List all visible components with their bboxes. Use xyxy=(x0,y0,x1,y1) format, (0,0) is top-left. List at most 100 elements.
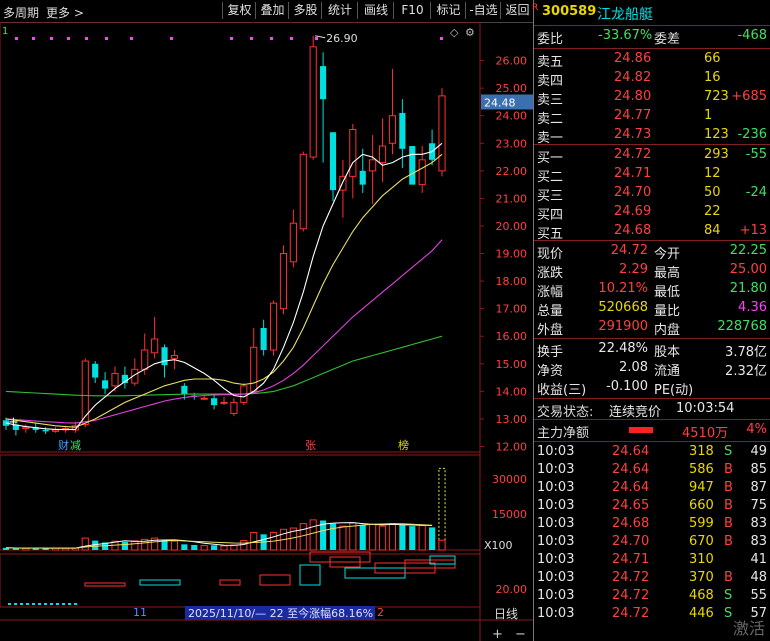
price-axis-label: 18.00 xyxy=(496,275,528,288)
period-selector[interactable]: 多周期 xyxy=(3,4,39,21)
volume-bar-up xyxy=(220,545,228,551)
price-axis-label: 15.00 xyxy=(496,358,528,371)
volume-bar-down xyxy=(211,545,218,550)
volume-bar-up xyxy=(81,537,89,551)
indicator-dot xyxy=(20,603,23,605)
tick-time: 10:03 xyxy=(537,534,575,549)
current-price-tag: 24.48 xyxy=(484,96,516,109)
candle-body-down xyxy=(42,429,49,432)
candle-body-down xyxy=(399,112,406,149)
bid-change: +13 xyxy=(739,223,767,238)
indicator-dot xyxy=(32,603,35,605)
signal-dot xyxy=(270,37,273,40)
quote-value: 最低 xyxy=(654,285,681,300)
candle-body-up xyxy=(141,349,149,370)
volume-bar-down xyxy=(329,523,337,550)
candle-body-up xyxy=(151,338,159,354)
bid-price: 24.70 xyxy=(614,185,652,200)
toolbar-button[interactable]: F10 xyxy=(393,2,431,19)
volume-bar-down xyxy=(191,544,198,550)
event-label: 榜 xyxy=(398,438,409,452)
bid-volume: 22 xyxy=(704,204,721,219)
indicator-box xyxy=(219,579,241,586)
ask-price: 24.73 xyxy=(614,127,652,142)
stat-row: 涨跌 2.29 最高 25.00 xyxy=(534,262,770,281)
ask-volume: 723 xyxy=(704,89,729,104)
footer-range: 2025/11/10/— 22 至今涨幅68.16% xyxy=(188,606,373,620)
bid-price: 24.68 xyxy=(614,223,652,238)
price-axis-label: 19.00 xyxy=(496,248,528,261)
toolbar-button[interactable]: 返回 xyxy=(500,2,534,19)
more-menu[interactable]: 更多 > xyxy=(46,4,84,21)
volume-bar-up xyxy=(339,525,347,551)
indicator-box xyxy=(84,582,126,587)
toolbar-button[interactable]: 统计 xyxy=(321,2,358,19)
stock-name: 江龙船艇 xyxy=(597,7,653,23)
tick-count: 83 xyxy=(750,534,767,549)
quote-value: 25.00 xyxy=(729,262,767,277)
quote-value: PE(动) xyxy=(654,383,694,398)
bid-level: 买一 24.72 293 -55 xyxy=(534,147,770,166)
tick-count: 41 xyxy=(750,552,767,567)
fundamental-row: 净资 2.08 流通 2.32亿 xyxy=(534,360,770,379)
price-panel-frame xyxy=(0,22,481,453)
tick-volume: 468 xyxy=(689,588,714,603)
quote-panel: R 300589 江龙船艇 委比 -33.67% 委差 -468 卖五 24.86… xyxy=(532,0,770,641)
ask-label: 卖四 xyxy=(537,74,564,89)
tick-volume: 446 xyxy=(689,606,714,621)
quote-value: 291900 xyxy=(598,319,648,334)
tick-volume: 670 xyxy=(689,534,714,549)
toolbar-button[interactable]: 画线 xyxy=(357,2,394,19)
kline-chart[interactable]: 26.00 25.00 24.00 23.00 22.00 21.00 20.00 19.00… xyxy=(0,22,533,641)
price-axis-label: 25.00 xyxy=(496,82,528,95)
bid-label: 买三 xyxy=(537,189,564,204)
ma-line-yellow xyxy=(5,153,443,428)
candle-body-down xyxy=(320,66,327,100)
toolbar-button[interactable]: 多股 xyxy=(288,2,322,19)
price-axis-label: 23.00 xyxy=(496,137,528,150)
volume-bar-down xyxy=(359,524,366,550)
candle-body-down xyxy=(409,146,416,185)
event-label: 财 xyxy=(58,438,69,452)
tick-time: 10:03 xyxy=(537,444,575,459)
candle-body-down xyxy=(161,347,168,366)
bid-price: 24.72 xyxy=(614,147,652,162)
volume-bar-down xyxy=(399,524,406,550)
volume-panel-frame xyxy=(0,454,481,551)
tick-row: 10:03 24.64 586 B 85 xyxy=(534,462,770,481)
zoom-out-icon: − xyxy=(515,627,526,641)
quote-value: 21.80 xyxy=(729,281,767,296)
toolbar-button[interactable]: 复权 xyxy=(222,2,256,19)
bid-change: -55 xyxy=(745,147,767,162)
signal-dot xyxy=(440,37,443,40)
tick-side: B xyxy=(724,534,733,549)
bid-change: -24 xyxy=(745,185,767,200)
tick-volume: 947 xyxy=(689,480,714,495)
volume-bar-up xyxy=(200,545,208,551)
volume-bar-up xyxy=(388,523,397,551)
candle-body-up xyxy=(170,355,179,359)
indicator-box xyxy=(299,564,321,586)
quote-value: 228768 xyxy=(717,319,767,334)
tick-count: 83 xyxy=(750,516,767,531)
tick-time: 10:03 xyxy=(537,570,575,585)
tick-side: B xyxy=(724,570,733,585)
ask-level: 卖五 24.86 66 xyxy=(534,51,770,70)
toolbar-button[interactable]: -自选 xyxy=(465,2,501,19)
tick-row: 10:03 24.72 370 B 48 xyxy=(534,570,770,589)
indicator-dot xyxy=(56,603,59,605)
tick-time: 10:03 xyxy=(537,588,575,603)
ask-volume: 123 xyxy=(704,127,729,142)
tick-side: S xyxy=(724,588,733,603)
volume-bar-up xyxy=(349,522,357,551)
toolbar-button[interactable]: 叠加 xyxy=(255,2,289,19)
event-label: 张 xyxy=(305,439,316,452)
main-flow-bar xyxy=(629,427,653,433)
crosshair-cursor-icon: + xyxy=(8,415,19,430)
candle-body-up xyxy=(378,145,387,164)
toolbar-button[interactable]: 标记 xyxy=(430,2,466,19)
tick-price: 24.64 xyxy=(612,462,650,477)
indicator-dot xyxy=(8,603,11,605)
quote-value: 最高 xyxy=(654,266,681,281)
quote-value: 流通 xyxy=(654,364,681,379)
